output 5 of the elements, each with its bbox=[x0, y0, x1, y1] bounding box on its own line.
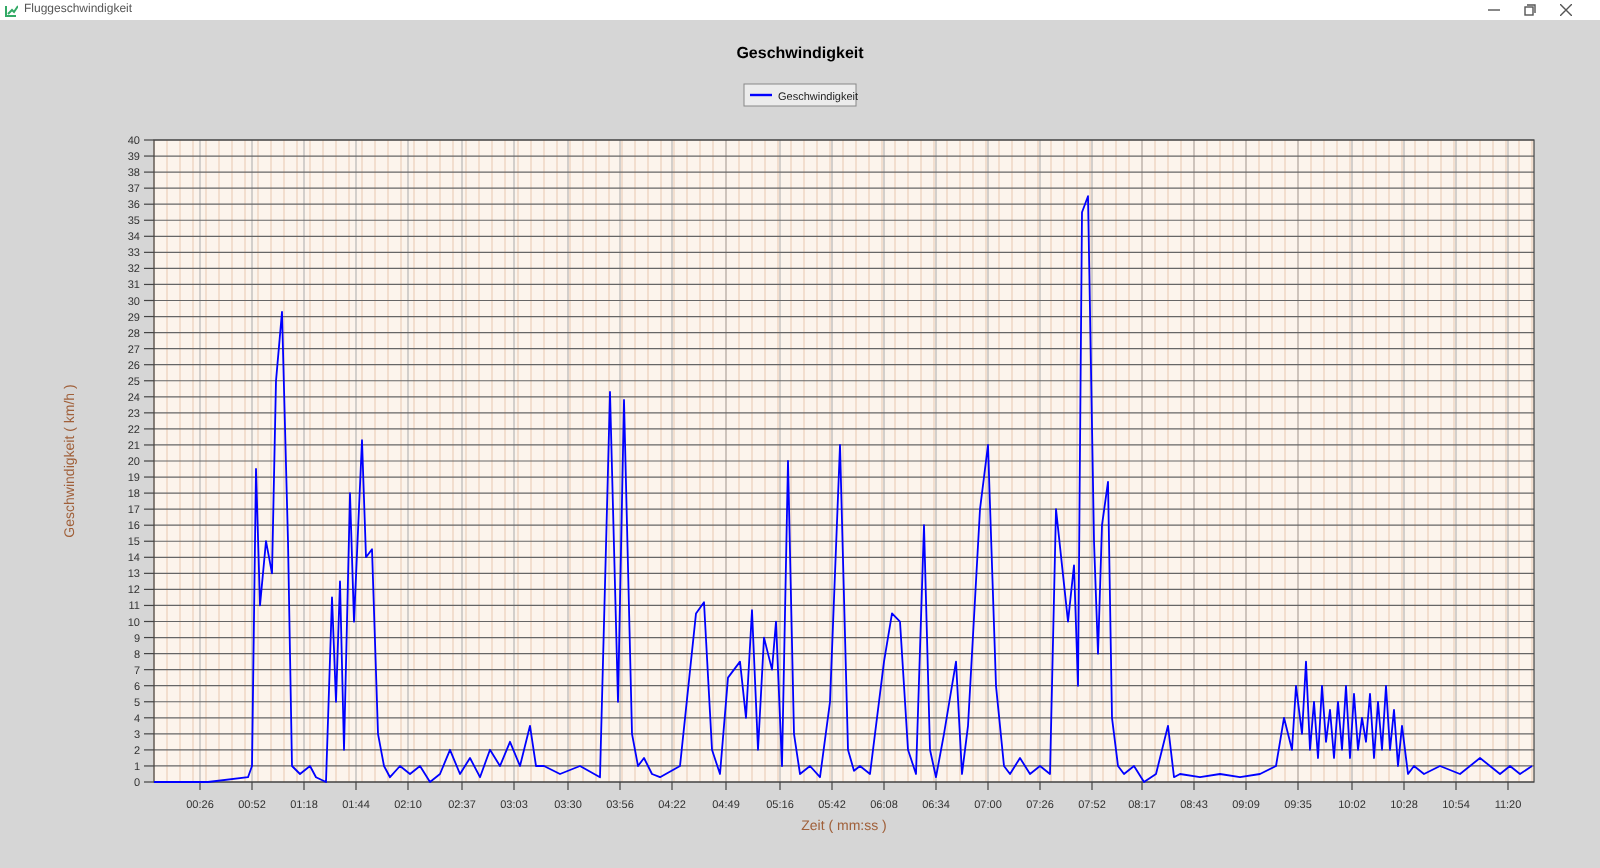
chart-title: Geschwindigkeit bbox=[736, 44, 864, 62]
app-icon bbox=[4, 3, 18, 17]
minimize-icon[interactable] bbox=[1488, 4, 1500, 16]
close-icon[interactable] bbox=[1560, 4, 1572, 16]
restore-icon[interactable] bbox=[1524, 4, 1536, 16]
